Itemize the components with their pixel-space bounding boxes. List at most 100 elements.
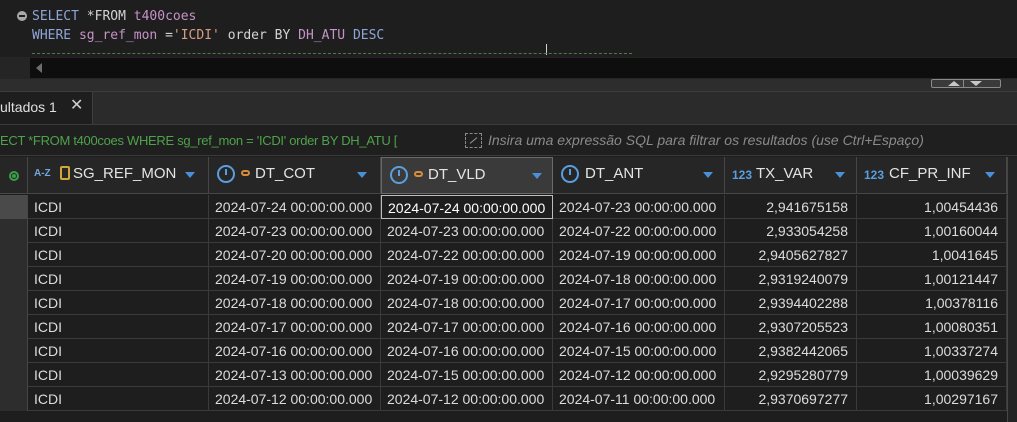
row-number-cell[interactable]	[0, 219, 28, 243]
row-number-cell[interactable]	[0, 339, 28, 363]
cell-dt-vld[interactable]: 2024-07-23 00:00:00.000	[381, 219, 553, 243]
column-menu-icon[interactable]	[703, 172, 713, 178]
cell-dt-vld[interactable]: 2024-07-19 00:00:00.000	[381, 267, 553, 291]
cell-dt-ant[interactable]: 2024-07-18 00:00:00.000	[553, 267, 725, 291]
splitter-toggle-buttons[interactable]	[931, 79, 1001, 88]
scrollbar-track[interactable]	[30, 58, 1017, 78]
row-number-cell[interactable]	[0, 363, 28, 387]
table-row[interactable]: ICDI 2024-07-20 00:00:00.000 2024-07-22 00…	[0, 243, 1017, 267]
row-number-cell[interactable]	[0, 291, 28, 315]
cell-dt-vld[interactable]: 2024-07-16 00:00:00.000	[381, 339, 553, 363]
scroll-left-arrow-icon[interactable]	[36, 63, 42, 73]
row-header-corner[interactable]	[0, 157, 28, 194]
cell-tx-var[interactable]: 2,933054258	[725, 219, 857, 243]
table-row[interactable]: ICDI 2024-07-13 00:00:00.000 2024-07-15 00…	[0, 363, 1017, 387]
cell-sg-ref-mon[interactable]: ICDI	[28, 267, 209, 291]
cell-tx-var[interactable]: 2,9319240079	[725, 267, 857, 291]
cell-sg-ref-mon[interactable]: ICDI	[28, 219, 209, 243]
column-header-sg-ref-mon[interactable]: A-Z SG_REF_MON	[28, 157, 209, 194]
column-menu-icon[interactable]	[357, 172, 367, 178]
cell-cf-pr-inf[interactable]: 1,0041645	[857, 243, 1007, 267]
filter-expand-icon[interactable]	[465, 133, 482, 148]
cell-dt-ant[interactable]: 2024-07-12 00:00:00.000	[553, 363, 725, 387]
cell-dt-cot[interactable]: 2024-07-17 00:00:00.000	[209, 315, 381, 339]
results-grid[interactable]: A-Z SG_REF_MON DT_COT DT_VLD DT_ANT 123 …	[0, 157, 1017, 422]
table-row[interactable]: ICDI 2024-07-18 00:00:00.000 2024-07-18 00…	[0, 291, 1017, 315]
row-number-cell[interactable]	[0, 267, 28, 291]
cell-dt-cot[interactable]: 2024-07-20 00:00:00.000	[209, 243, 381, 267]
restore-down-icon[interactable]	[970, 81, 982, 86]
cell-dt-cot[interactable]: 2024-07-12 00:00:00.000	[209, 387, 381, 411]
cell-dt-ant[interactable]: 2024-07-15 00:00:00.000	[553, 339, 725, 363]
cell-dt-cot[interactable]: 2024-07-19 00:00:00.000	[209, 267, 381, 291]
close-icon[interactable]: ✕	[70, 98, 83, 114]
table-row[interactable]: ICDI 2024-07-19 00:00:00.000 2024-07-19 00…	[0, 267, 1017, 291]
cell-tx-var[interactable]: 2,9295280779	[725, 363, 857, 387]
cell-dt-cot[interactable]: 2024-07-23 00:00:00.000	[209, 219, 381, 243]
row-number-cell[interactable]	[0, 387, 28, 411]
cell-dt-vld[interactable]: 2024-07-17 00:00:00.000	[381, 315, 553, 339]
column-header-dt-vld[interactable]: DT_VLD	[381, 157, 553, 194]
cell-sg-ref-mon[interactable]: ICDI	[28, 243, 209, 267]
cell-dt-cot[interactable]: 2024-07-16 00:00:00.000	[209, 339, 381, 363]
cell-sg-ref-mon[interactable]: ICDI	[28, 315, 209, 339]
column-menu-icon[interactable]	[985, 172, 995, 178]
cell-cf-pr-inf[interactable]: 1,00039629	[857, 363, 1007, 387]
column-header-tx-var[interactable]: 123 TX_VAR	[725, 157, 857, 194]
cell-dt-cot[interactable]: 2024-07-24 00:00:00.000	[209, 195, 381, 219]
cell-dt-cot[interactable]: 2024-07-18 00:00:00.000	[209, 291, 381, 315]
cell-dt-ant[interactable]: 2024-07-19 00:00:00.000	[553, 243, 725, 267]
table-row[interactable]: ICDI 2024-07-17 00:00:00.000 2024-07-17 00…	[0, 315, 1017, 339]
cell-dt-ant[interactable]: 2024-07-22 00:00:00.000	[553, 219, 725, 243]
column-menu-icon[interactable]	[835, 172, 845, 178]
table-row[interactable]: ICDI 2024-07-24 00:00:00.000 2024-07-24 00…	[0, 195, 1017, 219]
cell-cf-pr-inf[interactable]: 1,00297167	[857, 387, 1007, 411]
cell-dt-vld[interactable]: 2024-07-18 00:00:00.000	[381, 291, 553, 315]
column-menu-icon[interactable]	[185, 172, 195, 178]
cell-cf-pr-inf[interactable]: 1,00337274	[857, 339, 1007, 363]
row-number-cell[interactable]	[0, 195, 28, 219]
filter-input[interactable]: Insira uma expressão SQL para filtrar os…	[488, 132, 924, 148]
cell-cf-pr-inf[interactable]: 1,00160044	[857, 219, 1007, 243]
cell-dt-ant[interactable]: 2024-07-16 00:00:00.000	[553, 315, 725, 339]
table-row[interactable]: ICDI 2024-07-12 00:00:00.000 2024-07-12 00…	[0, 387, 1017, 411]
cell-dt-ant[interactable]: 2024-07-17 00:00:00.000	[553, 291, 725, 315]
cell-dt-ant[interactable]: 2024-07-11 00:00:00.000	[553, 387, 725, 411]
tab-results-1[interactable]: ultados 1 ✕	[0, 92, 93, 124]
cell-sg-ref-mon[interactable]: ICDI	[28, 387, 209, 411]
cell-tx-var[interactable]: 2,9307205523	[725, 315, 857, 339]
sql-editor[interactable]: SELECT *FROM t400coes WHERE sg_ref_mon =…	[0, 0, 1017, 57]
cell-dt-ant[interactable]: 2024-07-23 00:00:00.000	[553, 195, 725, 219]
column-header-cf-pr-inf[interactable]: 123 CF_PR_INF	[857, 157, 1007, 194]
cell-sg-ref-mon[interactable]: ICDI	[28, 363, 209, 387]
row-number-cell[interactable]	[0, 243, 28, 267]
cell-cf-pr-inf[interactable]: 1,00454436	[857, 195, 1007, 219]
fold-collapse-icon[interactable]	[17, 11, 27, 21]
cell-sg-ref-mon[interactable]: ICDI	[28, 339, 209, 363]
cell-tx-var[interactable]: 2,9382442065	[725, 339, 857, 363]
column-header-dt-ant[interactable]: DT_ANT	[553, 157, 725, 194]
cell-dt-vld[interactable]: 2024-07-15 00:00:00.000	[381, 363, 553, 387]
cell-cf-pr-inf[interactable]: 1,00121447	[857, 267, 1007, 291]
cell-tx-var[interactable]: 2,9370697277	[725, 387, 857, 411]
cell-sg-ref-mon[interactable]: ICDI	[28, 195, 209, 219]
cell-dt-vld[interactable]: 2024-07-24 00:00:00.000	[381, 195, 553, 219]
cell-tx-var[interactable]: 2,9394402288	[725, 291, 857, 315]
table-row[interactable]: ICDI 2024-07-16 00:00:00.000 2024-07-16 00…	[0, 339, 1017, 363]
cell-tx-var[interactable]: 2,941675158	[725, 195, 857, 219]
column-menu-icon[interactable]	[532, 173, 542, 179]
cell-tx-var[interactable]: 2,9405627827	[725, 243, 857, 267]
panel-splitter[interactable]	[0, 79, 1017, 91]
cell-dt-vld[interactable]: 2024-07-22 00:00:00.000	[381, 243, 553, 267]
cell-sg-ref-mon[interactable]: ICDI	[28, 291, 209, 315]
sql-column-name: sg_ref_mon	[78, 28, 158, 43]
cell-cf-pr-inf[interactable]: 1,00080351	[857, 315, 1007, 339]
row-number-cell[interactable]	[0, 315, 28, 339]
editor-horizontal-scrollbar[interactable]	[0, 57, 1017, 79]
table-row[interactable]: ICDI 2024-07-23 00:00:00.000 2024-07-23 00…	[0, 219, 1017, 243]
column-header-dt-cot[interactable]: DT_COT	[209, 157, 381, 194]
maximize-up-icon[interactable]	[948, 81, 960, 86]
cell-dt-cot[interactable]: 2024-07-13 00:00:00.000	[209, 363, 381, 387]
cell-dt-vld[interactable]: 2024-07-12 00:00:00.000	[381, 387, 553, 411]
cell-cf-pr-inf[interactable]: 1,00378116	[857, 291, 1007, 315]
